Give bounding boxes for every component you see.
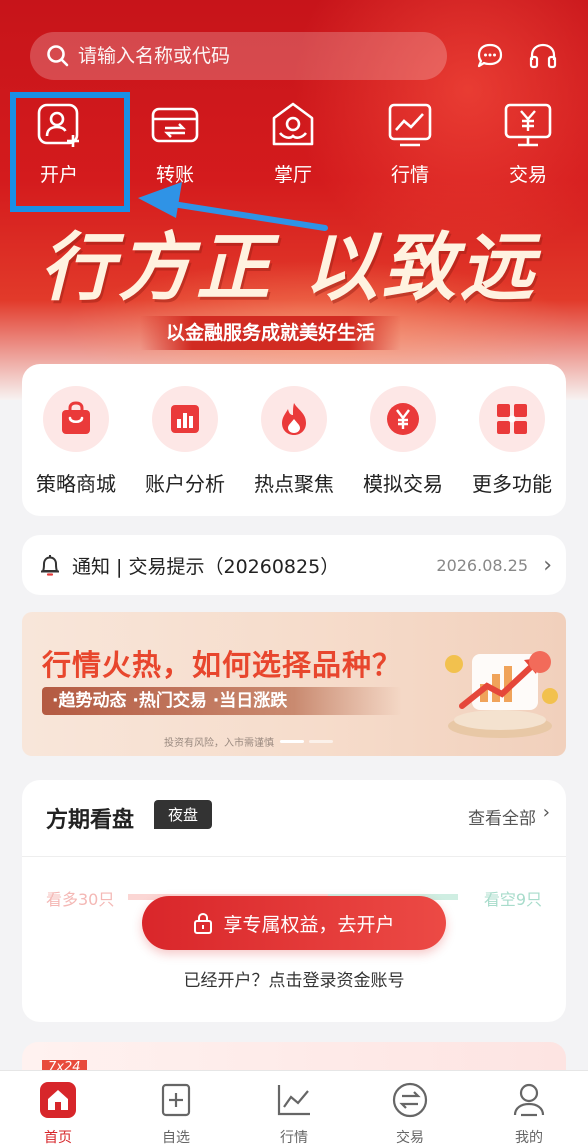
add-favorite-icon xyxy=(161,1083,191,1117)
quick-nav-trade[interactable]: 交易 xyxy=(480,100,576,187)
chevron-right-icon: › xyxy=(543,552,552,578)
bullish-count: 看多30只 xyxy=(46,890,115,909)
highlight-box xyxy=(10,92,130,212)
trade-icon xyxy=(504,103,552,147)
banner-headline: 行情火热，如何选择品种？ xyxy=(42,648,403,682)
feature-account-analysis[interactable]: 账户分析 xyxy=(135,386,235,497)
feature-label: 策略商城 xyxy=(36,472,116,496)
login-link[interactable]: 已经开户？点击登录资金账号 xyxy=(22,966,566,991)
carousel-dots xyxy=(280,740,333,743)
yen-coin-icon xyxy=(387,403,419,435)
search-input[interactable] xyxy=(78,45,408,67)
hero-slogan: 行方正 以致远 xyxy=(40,208,560,311)
open-account-button-label: 享专属权益，去开户 xyxy=(223,913,395,936)
slogan-text: 行方正 以致远 xyxy=(40,225,538,311)
market-title: 方期看盘 xyxy=(46,808,135,833)
notice-title: 通知 | 交易提示（20260825） xyxy=(72,555,340,578)
feature-simulated-trade[interactable]: 模拟交易 xyxy=(353,386,453,497)
chat-icon[interactable] xyxy=(474,40,506,72)
risk-warning: 投资有风险，入市需谨慎 xyxy=(164,738,274,749)
search-icon xyxy=(47,45,69,67)
feature-label: 更多功能 xyxy=(472,472,552,496)
tab-market[interactable]: 行情 xyxy=(246,1081,342,1147)
tab-watchlist[interactable]: 自选 xyxy=(128,1081,224,1147)
notice-date: 2026.08.25 xyxy=(436,555,528,575)
slogan-subtitle: 以金融服务成就美好生活 xyxy=(140,316,402,350)
feature-more[interactable]: 更多功能 xyxy=(462,386,562,497)
quick-nav-market[interactable]: 行情 xyxy=(362,100,458,187)
feature-grid: 策略商城 账户分析 热点聚焦 模拟交易 更多功能 xyxy=(22,364,566,516)
banner-tags: ·趋势动态 ·热门交易 ·当日涨跌 xyxy=(42,687,402,715)
feature-label: 热点聚焦 xyxy=(254,472,334,496)
search-bar[interactable] xyxy=(30,32,447,80)
trend-icon xyxy=(277,1085,310,1116)
exchange-icon xyxy=(392,1082,428,1118)
shopping-bag-icon xyxy=(62,401,90,434)
transfer-icon xyxy=(151,107,199,143)
feature-label: 模拟交易 xyxy=(363,472,443,496)
quick-nav-label: 交易 xyxy=(508,164,547,186)
tab-label: 自选 xyxy=(162,1130,190,1146)
quick-nav-label: 行情 xyxy=(390,164,429,186)
bottom-tab-bar: 首页 自选 行情 交易 我的 xyxy=(0,1070,588,1147)
grid-icon xyxy=(497,404,527,434)
chart-podium-icon xyxy=(445,651,558,738)
divider xyxy=(22,856,566,857)
tab-label: 行情 xyxy=(280,1130,308,1146)
lock-icon xyxy=(194,912,213,934)
night-session-badge: 夜盘 xyxy=(154,800,213,829)
feature-strategy-mall[interactable]: 策略商城 xyxy=(26,386,126,497)
flame-icon xyxy=(282,403,306,435)
promo-banner[interactable]: 行情火热，如何选择品种？ ·趋势动态 ·热门交易 ·当日涨跌 投资有风险，入市需… xyxy=(22,612,566,756)
market-icon xyxy=(388,103,432,147)
hall-icon xyxy=(272,102,314,146)
tab-trade[interactable]: 交易 xyxy=(362,1081,458,1147)
feature-label: 账户分析 xyxy=(145,472,225,496)
profile-icon xyxy=(513,1083,545,1117)
notice-bar[interactable]: 通知 | 交易提示（20260825） 2026.08.25 › xyxy=(22,535,566,595)
tab-label: 我的 xyxy=(515,1130,543,1146)
view-all-link[interactable]: 查看全部 xyxy=(468,804,536,829)
tab-label: 首页 xyxy=(44,1130,72,1146)
market-overview-card: 方期看盘 夜盘 查看全部 › 看多30只 看空9只 享专属权益，去开户 已经开户… xyxy=(22,780,566,1022)
tab-label: 交易 xyxy=(396,1130,424,1146)
chevron-right-icon: › xyxy=(542,802,550,823)
headset-icon[interactable] xyxy=(527,40,559,72)
bar-chart-icon xyxy=(171,405,199,433)
bearish-count: 看空9只 xyxy=(483,890,542,909)
tab-home[interactable]: 首页 xyxy=(10,1081,106,1147)
feature-hot-topics[interactable]: 热点聚焦 xyxy=(244,386,344,497)
open-account-button[interactable]: 享专属权益，去开户 xyxy=(142,896,446,950)
tab-profile[interactable]: 我的 xyxy=(481,1081,577,1147)
home-icon xyxy=(40,1082,76,1118)
bell-icon xyxy=(41,555,59,576)
